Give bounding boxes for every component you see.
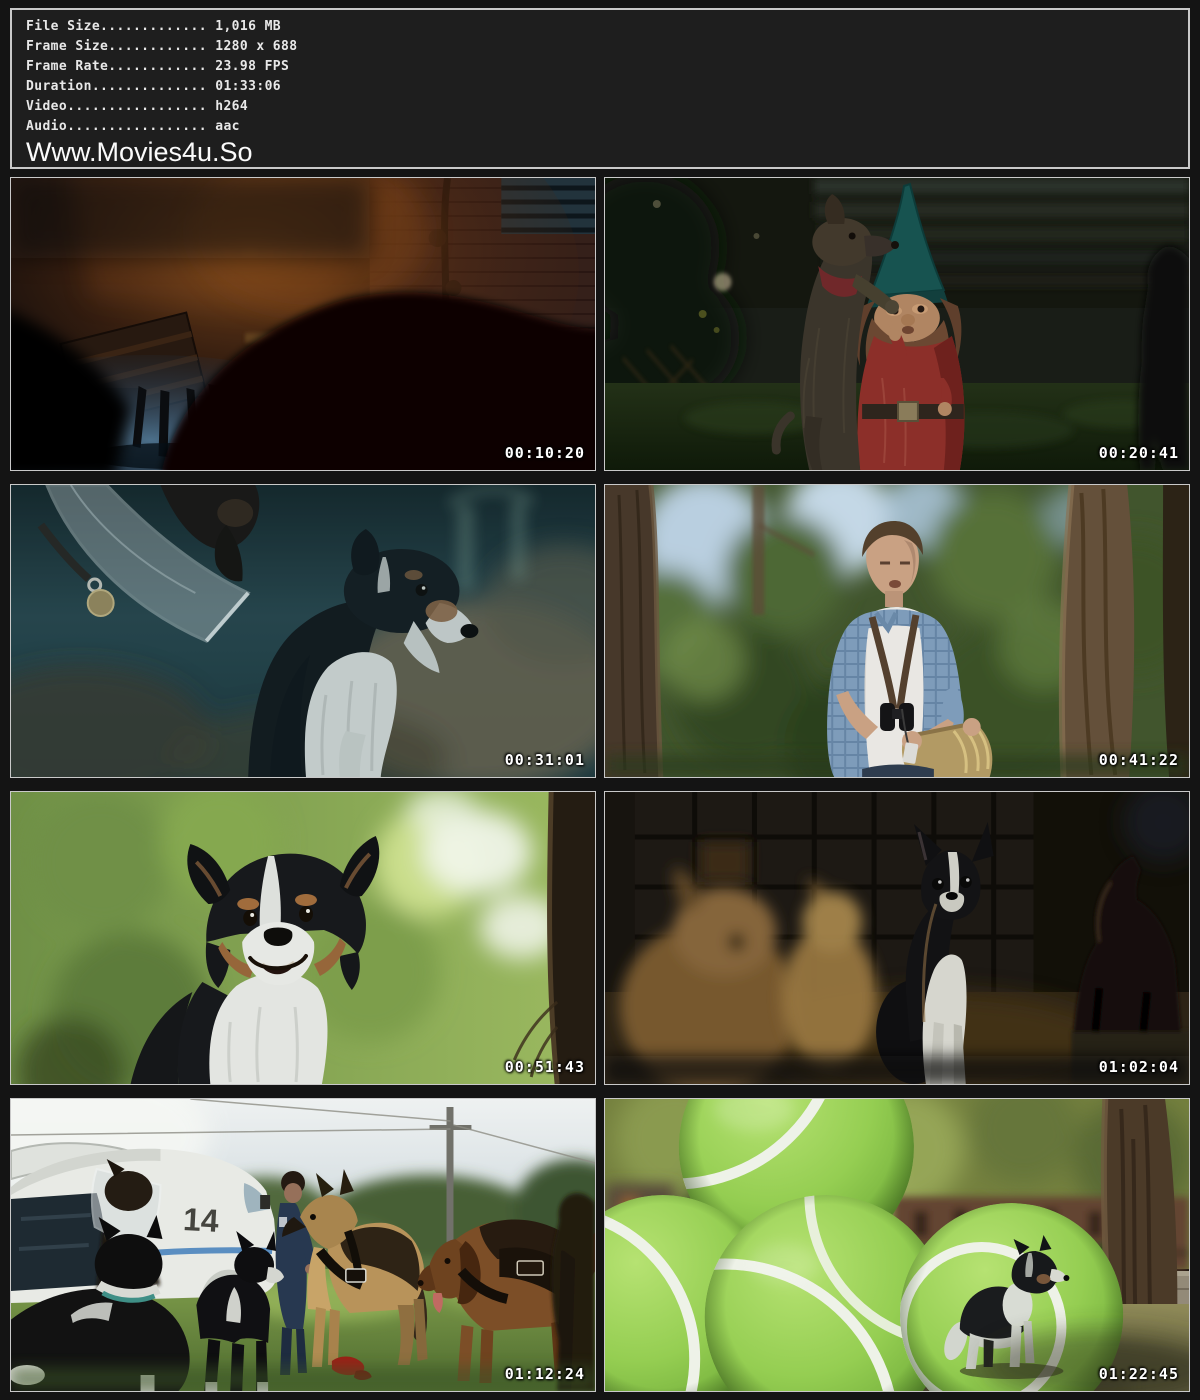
timestamp-overlay: 01:22:45: [1099, 1365, 1179, 1383]
timestamp-overlay: 00:31:01: [505, 751, 585, 769]
screenshot-grid: 00:10:20: [10, 177, 1190, 1392]
screenshot-cell-3: 00:31:01: [10, 484, 596, 778]
screenshot-cell-4: 00:41:22: [604, 484, 1190, 778]
scene-gnome-night: [605, 178, 1189, 470]
media-info-panel: File Size............. 1,016 MB Frame Si…: [10, 8, 1190, 169]
scene-night-backyard: [11, 178, 595, 470]
van-number: 14: [182, 1201, 220, 1239]
screenshot-cell-2: 00:20:41: [604, 177, 1190, 471]
timestamp-overlay: 00:10:20: [505, 444, 585, 462]
screenshot-cell-7: 14: [10, 1098, 596, 1392]
scene-k9-dogs-van: 14: [11, 1099, 595, 1391]
timestamp-overlay: 00:20:41: [1099, 444, 1179, 462]
timestamp-overlay: 00:51:43: [505, 1058, 585, 1076]
scene-boston-terrier: [605, 792, 1189, 1084]
screenshot-cell-8: 01:22:45: [604, 1098, 1190, 1392]
screenshot-cell-5: 00:51:43: [10, 791, 596, 1085]
timestamp-overlay: 01:02:04: [1099, 1058, 1179, 1076]
timestamp-overlay: 01:12:24: [505, 1365, 585, 1383]
info-line-audio: Audio................. aac: [26, 117, 1176, 137]
scene-tennis-balls: [605, 1099, 1189, 1391]
scene-aussie-closeup: [11, 792, 595, 1084]
info-line-duration: Duration.............. 01:33:06: [26, 77, 1176, 97]
info-line-video: Video................. h264: [26, 97, 1176, 117]
info-line-frame-size: Frame Size............ 1280 x 688: [26, 37, 1176, 57]
scene-man-forest: [605, 485, 1189, 777]
scene-aussie-profile: [11, 485, 595, 777]
site-watermark: Www.Movies4u.So: [26, 137, 1176, 167]
screenshot-cell-1: 00:10:20: [10, 177, 596, 471]
info-line-frame-rate: Frame Rate............ 23.98 FPS: [26, 57, 1176, 77]
timestamp-overlay: 00:41:22: [1099, 751, 1179, 769]
screenshot-cell-6: 01:02:04: [604, 791, 1190, 1085]
info-line-file-size: File Size............. 1,016 MB: [26, 17, 1176, 37]
